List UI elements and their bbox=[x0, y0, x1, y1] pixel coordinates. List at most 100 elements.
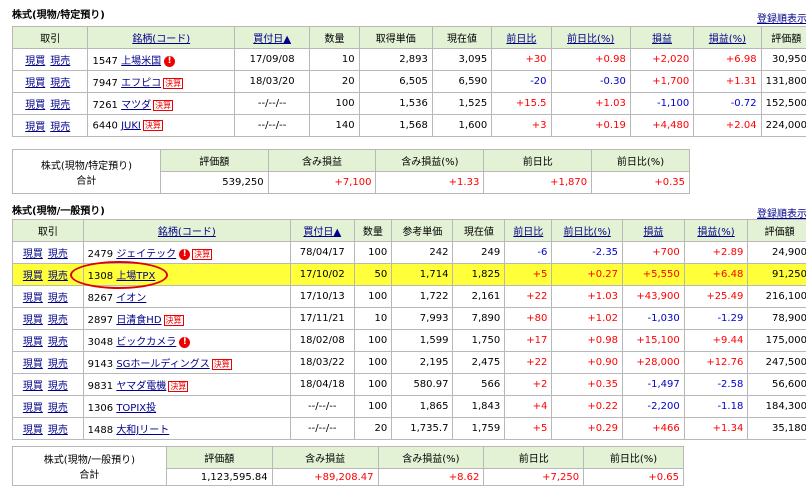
sell-link[interactable]: 現売 bbox=[48, 381, 68, 392]
sec1-sort-day-change-pct-link[interactable]: 前日比(%) bbox=[567, 34, 614, 45]
sell-link[interactable]: 現売 bbox=[48, 359, 68, 370]
sec2-header-profit-loss[interactable]: 損益 bbox=[622, 219, 685, 242]
sec1-header-purchase-date[interactable]: 買付日▲ bbox=[233, 26, 311, 49]
alert-icon[interactable]: ! bbox=[179, 248, 191, 260]
sell-link[interactable]: 現売 bbox=[50, 56, 70, 67]
stock-name-link[interactable]: SGホールディングス bbox=[116, 359, 209, 370]
section2-register-order-link[interactable]: 登録順表示 bbox=[757, 205, 806, 220]
sell-link[interactable]: 現売 bbox=[48, 425, 68, 436]
buy-link[interactable]: 現買 bbox=[23, 315, 43, 326]
buy-link[interactable]: 現買 bbox=[25, 100, 45, 111]
stock-name-link[interactable]: マツダ bbox=[121, 100, 151, 111]
profit-loss: +2,020 bbox=[629, 48, 695, 71]
sell-link[interactable]: 現売 bbox=[50, 122, 70, 133]
stock-name-link[interactable]: ビックカメラ bbox=[116, 337, 176, 348]
stock-code: 7261 bbox=[92, 100, 118, 111]
stock-name-link[interactable]: ジェイテック bbox=[116, 249, 176, 260]
buy-link[interactable]: 現買 bbox=[23, 425, 43, 436]
sec2-sort-profit-loss-link[interactable]: 損益 bbox=[643, 227, 663, 238]
sec2-header-stock-name[interactable]: 銘柄(コード) bbox=[82, 219, 291, 242]
sec2-header-purchase-date[interactable]: 買付日▲ bbox=[289, 219, 355, 242]
table-row: 現買 現売 9831 ヤマダ電機 決算 18/04/18 100 580.97 566 +2 +0… bbox=[12, 373, 806, 396]
sec1-sort-stock-name-link[interactable]: 銘柄(コード) bbox=[132, 34, 190, 45]
earnings-badge[interactable]: 決算 bbox=[153, 99, 174, 111]
buy-link[interactable]: 現買 bbox=[23, 359, 43, 370]
sec1-header-unit-cost: 取得単価 bbox=[358, 26, 433, 49]
stock-name-link[interactable]: イオン bbox=[116, 293, 146, 304]
earnings-badge[interactable]: 決算 bbox=[163, 77, 184, 89]
sell-link[interactable]: 現売 bbox=[50, 78, 70, 89]
current-price: 1,750 bbox=[452, 329, 506, 352]
stock-name-link[interactable]: JUKI bbox=[121, 120, 141, 131]
buy-link[interactable]: 現買 bbox=[23, 293, 43, 304]
sec2-sort-stock-name-link[interactable]: 銘柄(コード) bbox=[158, 227, 216, 238]
unit-cost: 1,568 bbox=[358, 114, 433, 137]
profit-loss-pct: -1.18 bbox=[683, 395, 749, 418]
sell-link[interactable]: 現売 bbox=[48, 337, 68, 348]
sell-link[interactable]: 現売 bbox=[50, 100, 70, 111]
current-price: 6,590 bbox=[431, 70, 493, 93]
buy-link[interactable]: 現買 bbox=[25, 56, 45, 67]
sec2-header-day-change[interactable]: 前日比 bbox=[504, 219, 553, 242]
earnings-badge[interactable]: 決算 bbox=[192, 248, 213, 260]
buy-link[interactable]: 現買 bbox=[23, 381, 43, 392]
sec1-sort-profit-loss-pct-link[interactable]: 損益(%) bbox=[709, 34, 746, 45]
sec2-header-profit-loss-pct[interactable]: 損益(%) bbox=[683, 219, 749, 242]
earnings-badge[interactable]: 決算 bbox=[163, 314, 184, 326]
stock-code: 1547 bbox=[92, 56, 118, 67]
earnings-badge[interactable]: 決算 bbox=[168, 380, 189, 392]
buy-link[interactable]: 現買 bbox=[23, 337, 43, 348]
quantity: 100 bbox=[309, 92, 360, 115]
stock-name-link[interactable]: 上場米国 bbox=[121, 56, 161, 67]
sell-link[interactable]: 現売 bbox=[48, 293, 68, 304]
stock-code: 6440 bbox=[92, 120, 118, 132]
buy-link[interactable]: 現買 bbox=[25, 78, 45, 89]
sec2-sort-purchase-date-link[interactable]: 買付日▲ bbox=[303, 227, 341, 238]
buy-link[interactable]: 現買 bbox=[25, 122, 45, 133]
table-row: 現買 現売 1308 上場TPX 17/10/02 50 1,714 1,825 +5 +0.2… bbox=[12, 263, 806, 286]
sell-link[interactable]: 現売 bbox=[48, 403, 68, 414]
current-price: 3,095 bbox=[431, 48, 493, 71]
stock-name-link[interactable]: エフピコ bbox=[121, 78, 161, 89]
earnings-badge[interactable]: 決算 bbox=[211, 358, 232, 370]
purchase-date: 78/04/17 bbox=[289, 241, 355, 264]
stock-name-link[interactable]: ヤマダ電機 bbox=[116, 381, 166, 392]
stock-cell: 9831 ヤマダ電機 決算 bbox=[82, 373, 291, 396]
sec1-header-day-change[interactable]: 前日比 bbox=[491, 26, 552, 49]
sell-link[interactable]: 現売 bbox=[48, 271, 68, 282]
section1-register-order-link[interactable]: 登録順表示 bbox=[757, 10, 806, 25]
current-price: 1,525 bbox=[431, 92, 493, 115]
sec1-header-profit-loss-pct[interactable]: 損益(%) bbox=[693, 26, 762, 49]
profit-loss-pct: +1.31 bbox=[693, 70, 762, 93]
sec2-sort-day-change-pct-link[interactable]: 前日比(%) bbox=[564, 227, 611, 238]
summary2-total-label: 合計 bbox=[79, 470, 100, 481]
buy-link[interactable]: 現買 bbox=[23, 271, 43, 282]
buy-link[interactable]: 現買 bbox=[23, 249, 43, 260]
sec2-sort-day-change-link[interactable]: 前日比 bbox=[513, 227, 543, 238]
sell-link[interactable]: 現売 bbox=[48, 315, 68, 326]
sec1-sort-purchase-date-link[interactable]: 買付日▲ bbox=[253, 34, 291, 45]
profit-loss-pct: +6.98 bbox=[693, 48, 762, 71]
stock-name-link[interactable]: 上場TPX bbox=[116, 271, 155, 282]
buy-link[interactable]: 現買 bbox=[23, 403, 43, 414]
stock-name-link[interactable]: 日清食HD bbox=[116, 315, 161, 326]
sec1-sort-day-change-link[interactable]: 前日比 bbox=[506, 34, 536, 45]
sec2-header-day-change-pct[interactable]: 前日比(%) bbox=[551, 219, 624, 242]
stock-name-link[interactable]: TOPIX投 bbox=[116, 403, 156, 414]
alert-icon[interactable]: ! bbox=[179, 336, 191, 348]
sec1-sort-profit-loss-link[interactable]: 損益 bbox=[652, 34, 672, 45]
unit-cost: 242 bbox=[391, 241, 454, 264]
trade-actions: 現買 現売 bbox=[11, 114, 89, 137]
valuation: 30,950 bbox=[760, 48, 806, 71]
sec1-header-day-change-pct[interactable]: 前日比(%) bbox=[550, 26, 631, 49]
earnings-badge[interactable]: 決算 bbox=[142, 119, 163, 131]
sell-link[interactable]: 現売 bbox=[48, 249, 68, 260]
sec1-header-profit-loss[interactable]: 損益 bbox=[629, 26, 695, 49]
stock-name-link[interactable]: 大和Jリート bbox=[116, 425, 169, 436]
profit-loss: +43,900 bbox=[622, 285, 685, 308]
sec1-header-stock-name[interactable]: 銘柄(コード) bbox=[87, 26, 235, 49]
sec2-sort-profit-loss-pct-link[interactable]: 損益(%) bbox=[697, 227, 734, 238]
alert-icon[interactable]: ! bbox=[164, 55, 176, 67]
summary1-header-unrealized: 含み損益 bbox=[267, 149, 377, 172]
table-row: 現買 現売 1547 上場米国! 17/09/08 10 2,893 3,095 +30 +0.… bbox=[11, 48, 806, 71]
